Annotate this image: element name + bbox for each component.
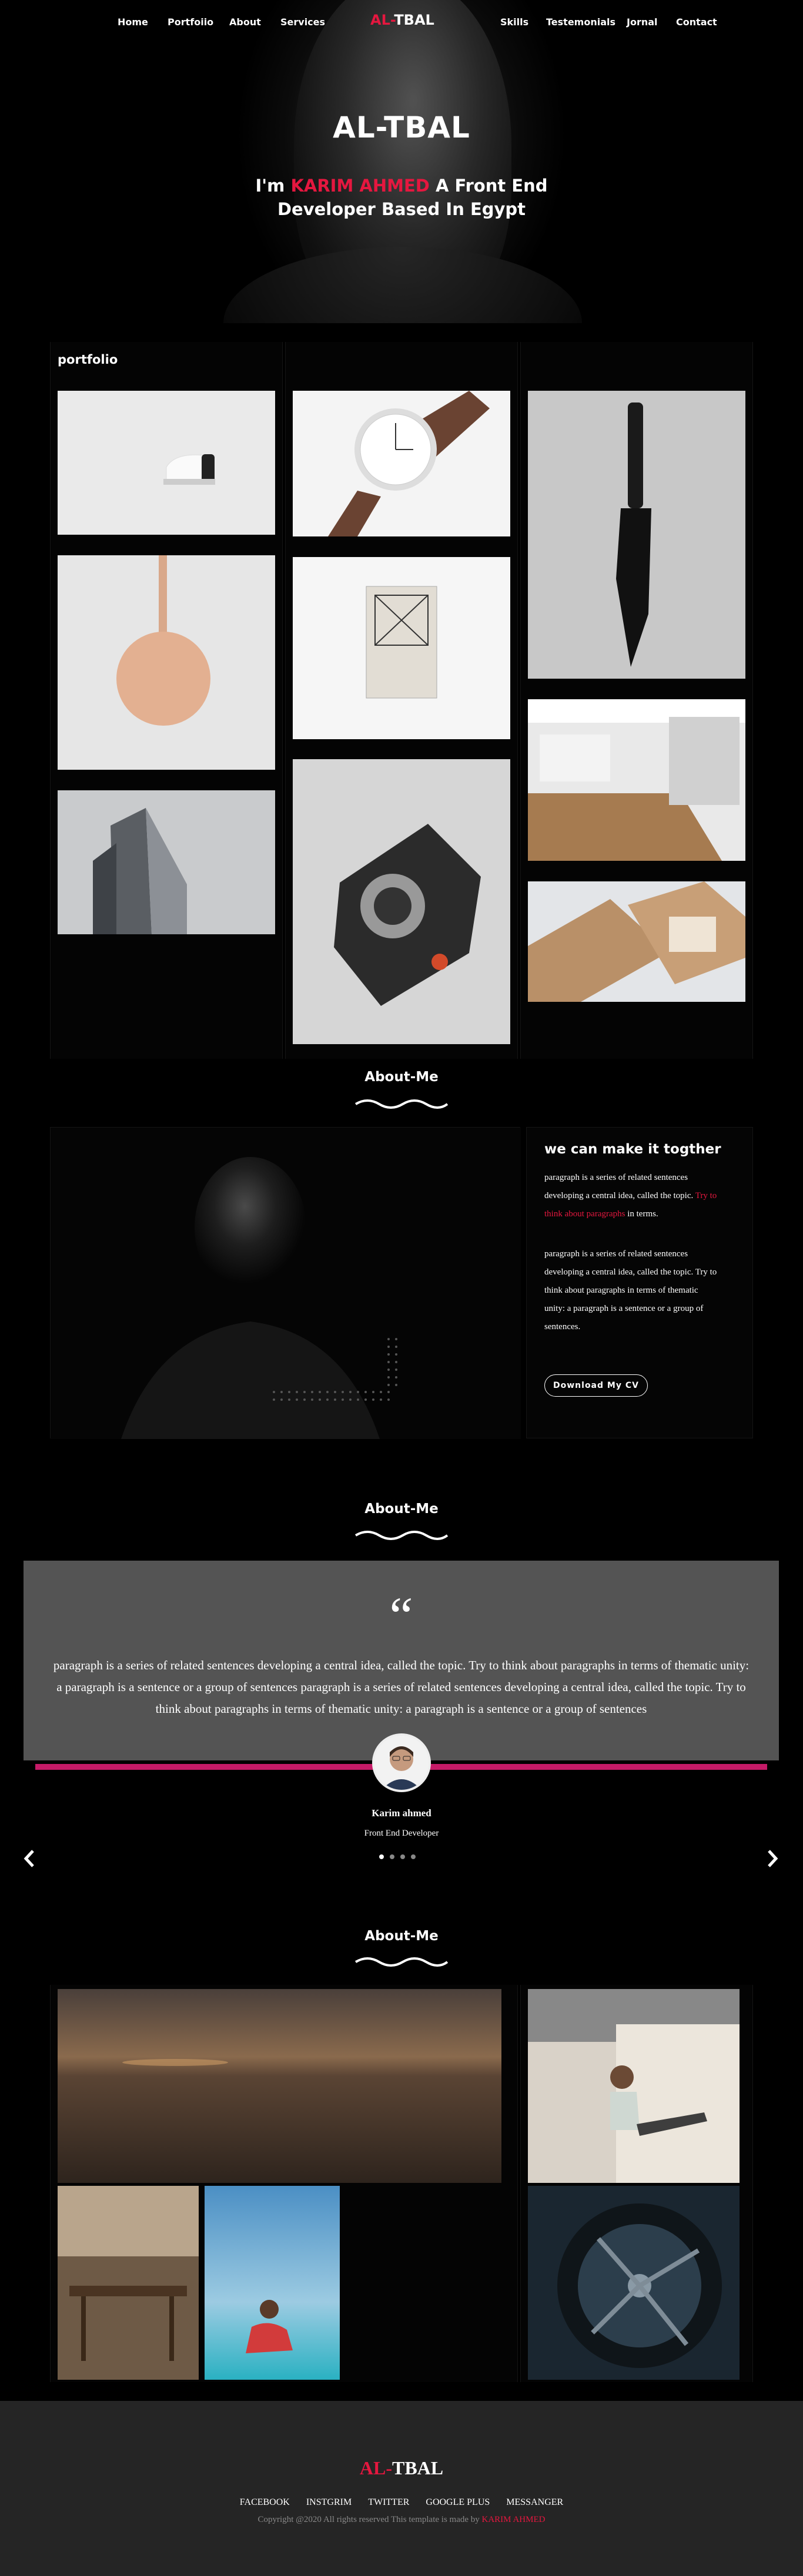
footer-link-messenger[interactable]: MESSANGER xyxy=(506,2497,563,2507)
footer-copyright-text: Copyright @2020 All rights reserved This… xyxy=(257,2515,482,2524)
beach-sunset-image xyxy=(58,1989,501,2183)
swimmer-image xyxy=(205,2186,340,2380)
gallery-item-cafe[interactable] xyxy=(58,2186,199,2380)
portfolio-item-sneaker[interactable] xyxy=(58,391,275,535)
portfolio-title: portfolio xyxy=(58,353,118,367)
watch-image xyxy=(293,391,510,536)
footer-link-facebook[interactable]: FACEBOOK xyxy=(240,2497,290,2507)
building-image xyxy=(58,790,275,934)
carousel-dot-3[interactable] xyxy=(400,1854,405,1859)
motorcycle-wheel-image xyxy=(528,2186,740,2380)
footer-link-instagram[interactable]: INSTGRIM xyxy=(306,2497,352,2507)
hero-section: Home Portfoiio About Services Skills Tes… xyxy=(0,0,803,323)
hero-title: AL-TBAL xyxy=(333,110,470,145)
about-paragraph-1: paragraph is a series of related sentenc… xyxy=(544,1169,721,1223)
nav-item-about[interactable]: About xyxy=(229,16,261,28)
portfolio-item-knife[interactable] xyxy=(528,391,745,679)
logo-white-part: TBAL xyxy=(394,12,434,28)
footer-copyright-author: KARIM AHMED xyxy=(481,2515,546,2524)
about-photo-card xyxy=(50,1127,521,1439)
nav-item-contact[interactable]: Contact xyxy=(676,16,717,28)
hero-subtitle-pre: I'm xyxy=(255,176,291,196)
footer-logo-red-part: AL- xyxy=(359,2457,392,2478)
footer-social-links: FACEBOOK INSTGRIM TWITTER GOOGLE PLUS ME… xyxy=(0,2497,803,2508)
testimonial-text: paragraph is a series of related sentenc… xyxy=(53,1658,750,1716)
sneaker-image xyxy=(58,391,275,535)
carousel-dots xyxy=(379,1854,426,1860)
nav-item-journal[interactable]: Jornal xyxy=(627,16,658,28)
dot-pattern-icon xyxy=(273,1338,397,1401)
carousel-dot-4[interactable] xyxy=(411,1854,416,1859)
portfolio-item-package[interactable] xyxy=(528,881,745,1002)
portfolio-item-tag[interactable] xyxy=(58,555,275,770)
about-text-card: we can make it togther paragraph is a se… xyxy=(526,1127,753,1438)
kitchen-image xyxy=(528,699,745,861)
portfolio-item-watch[interactable] xyxy=(293,391,510,536)
gallery-item-man-sitting[interactable] xyxy=(528,1989,740,2183)
about-paragraph-2: paragraph is a series of related sentenc… xyxy=(544,1249,717,1331)
footer-link-google-plus[interactable]: GOOGLE PLUS xyxy=(426,2497,490,2507)
hero-subtitle-name: KARIM AHMED xyxy=(290,176,430,196)
portfolio-item-kitchen[interactable] xyxy=(528,699,745,861)
book-image xyxy=(293,557,510,739)
testimonial-name: Karim ahmed xyxy=(372,1807,431,1819)
about-heading: About-Me xyxy=(364,1069,439,1085)
man-sitting-image xyxy=(528,1989,740,2183)
nav-item-home[interactable]: Home xyxy=(118,16,148,28)
knife-image xyxy=(528,391,745,679)
leather-tag-image xyxy=(58,555,275,770)
wave-divider-icon xyxy=(354,1099,449,1109)
quote-icon: “ xyxy=(389,1587,413,1645)
chevron-left-icon xyxy=(24,1850,34,1867)
wave-divider-icon xyxy=(354,1531,449,1540)
portfolio-item-book[interactable] xyxy=(293,557,510,739)
nav-item-skills[interactable]: Skills xyxy=(500,16,528,28)
hero-subtitle: I'm KARIM AHMED A Front End Developer Ba… xyxy=(225,174,578,221)
package-image xyxy=(528,881,745,1002)
avatar-image xyxy=(374,1736,429,1790)
footer-logo[interactable]: AL-TBAL xyxy=(0,2457,803,2479)
wave-divider-icon xyxy=(354,1957,449,1967)
about-paragraph-1-end: in terms. xyxy=(625,1209,658,1219)
hero-portrait-shoulders xyxy=(223,247,582,323)
gallery-item-beach-sunset[interactable] xyxy=(58,1989,501,2183)
carousel-dot-2[interactable] xyxy=(390,1854,394,1859)
gallery-heading: About-Me xyxy=(364,1928,439,1944)
camera-image xyxy=(293,759,510,1044)
nav-item-testimonials[interactable]: Testemonials xyxy=(546,16,615,28)
portfolio-item-camera[interactable] xyxy=(293,759,510,1044)
portfolio-item-building[interactable] xyxy=(58,790,275,934)
footer-logo-white-part: TBAL xyxy=(392,2457,444,2478)
nav-item-portfolio[interactable]: Portfoiio xyxy=(168,16,213,28)
footer-link-twitter[interactable]: TWITTER xyxy=(368,2497,409,2507)
avatar xyxy=(372,1733,431,1792)
footer-copyright: Copyright @2020 All rights reserved This… xyxy=(0,2515,803,2525)
cafe-image xyxy=(58,2186,199,2380)
site-footer: AL-TBAL FACEBOOK INSTGRIM TWITTER GOOGLE… xyxy=(0,2401,803,2576)
carousel-next-button[interactable] xyxy=(765,1848,779,1869)
nav-item-services[interactable]: Services xyxy=(280,16,325,28)
gallery-item-motorcycle[interactable] xyxy=(528,2186,740,2380)
about-paragraph-1-text: paragraph is a series of related sentenc… xyxy=(544,1173,695,1200)
site-logo[interactable]: AL-TBAL xyxy=(370,12,434,28)
testimonial-heading: About-Me xyxy=(364,1501,439,1517)
carousel-dot-1[interactable] xyxy=(379,1854,384,1859)
gallery-item-swimmer[interactable] xyxy=(205,2186,340,2380)
testimonial-card: “ paragraph is a series of related sente… xyxy=(24,1561,779,1760)
logo-red-part: AL- xyxy=(370,12,394,28)
chevron-right-icon xyxy=(768,1850,778,1867)
about-right-title: we can make it togther xyxy=(544,1142,721,1157)
download-cv-button[interactable]: Download My CV xyxy=(544,1374,648,1397)
carousel-prev-button[interactable] xyxy=(22,1848,36,1869)
testimonial-role: Front End Developer xyxy=(364,1829,439,1838)
